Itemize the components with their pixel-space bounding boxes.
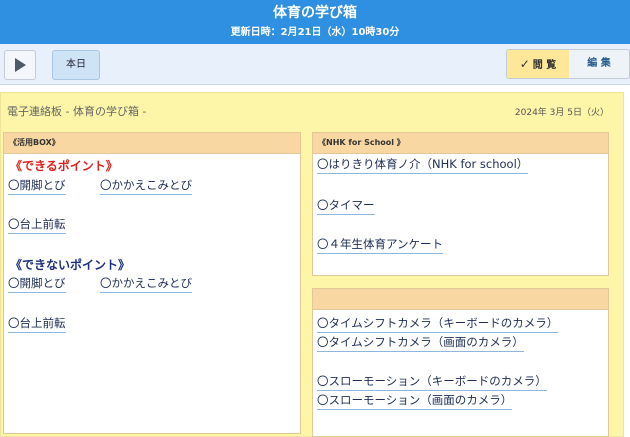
panel-camera-tools: 〇タイムシフトカメラ（キーボードのカメラ） 〇タイムシフトカメラ（画面のカメラ）…	[312, 288, 609, 437]
play-icon	[15, 58, 26, 72]
board-date: 2024年 3月 5日（火）	[514, 108, 609, 118]
toolbar: 本日 ✓ 閲 覧 編 集	[0, 44, 630, 85]
link-slowmotion-screen-camera[interactable]: 〇スローモーション（画面のカメラ）	[317, 392, 513, 410]
link-kakaekomi-tobi[interactable]: 〇かかえこみとび	[100, 177, 192, 195]
page-title: 体育の学び箱	[273, 5, 357, 21]
link-grade4-survey[interactable]: 〇４年生体育アンケート	[317, 236, 444, 254]
mode-toggle: ✓ 閲 覧 編 集	[506, 49, 630, 79]
view-mode-button[interactable]: ✓ 閲 覧	[507, 50, 569, 78]
edit-mode-button[interactable]: 編 集	[569, 50, 629, 78]
link-harikiri-taiikunosuke[interactable]: 〇はりきり体育ノ介（NHK for school）	[317, 156, 529, 174]
today-button[interactable]: 本日	[52, 50, 100, 80]
link-slowmotion-keyboard-camera[interactable]: 〇スローモーション（キーボードのカメラ）	[317, 373, 547, 391]
view-mode-label: 閲 覧	[532, 60, 557, 71]
panel-katsuyo-box: 《活用BOX》 《できるポイント》 〇開脚とび 〇かかえこみとび 〇台上前転 《…	[3, 132, 301, 434]
board-title: 電子連絡板 - 体育の学び箱 -	[7, 105, 147, 118]
link-timeshift-screen-camera[interactable]: 〇タイムシフトカメラ（画面のカメラ）	[317, 334, 524, 352]
link-daijou-zenten[interactable]: 〇台上前転	[8, 315, 66, 333]
link-timer[interactable]: 〇タイマー	[317, 197, 375, 215]
panel-header: 《NHK for School 》	[313, 133, 608, 154]
link-daijou-zenten[interactable]: 〇台上前転	[8, 216, 66, 234]
cannot-points-heading: 《できないポイント》	[10, 258, 131, 272]
panel-header: 《活用BOX》	[4, 133, 300, 154]
can-points-heading: 《できるポイント》	[10, 159, 118, 173]
link-timeshift-keyboard-camera[interactable]: 〇タイムシフトカメラ（キーボードのカメラ）	[317, 315, 559, 333]
link-kaikyaku-tobi[interactable]: 〇開脚とび	[8, 275, 66, 293]
link-kakaekomi-tobi[interactable]: 〇かかえこみとび	[100, 275, 192, 293]
panel-header	[313, 289, 608, 310]
updated-timestamp: 更新日時：2月21日（水）10時30分	[230, 27, 400, 38]
app-header: 体育の学び箱 更新日時：2月21日（水）10時30分	[0, 0, 630, 44]
link-kaikyaku-tobi[interactable]: 〇開脚とび	[8, 177, 66, 195]
panel-nhk-for-school: 《NHK for School 》 〇はりきり体育ノ介（NHK for scho…	[312, 132, 609, 276]
check-icon: ✓	[519, 57, 530, 71]
play-button[interactable]	[4, 50, 36, 80]
